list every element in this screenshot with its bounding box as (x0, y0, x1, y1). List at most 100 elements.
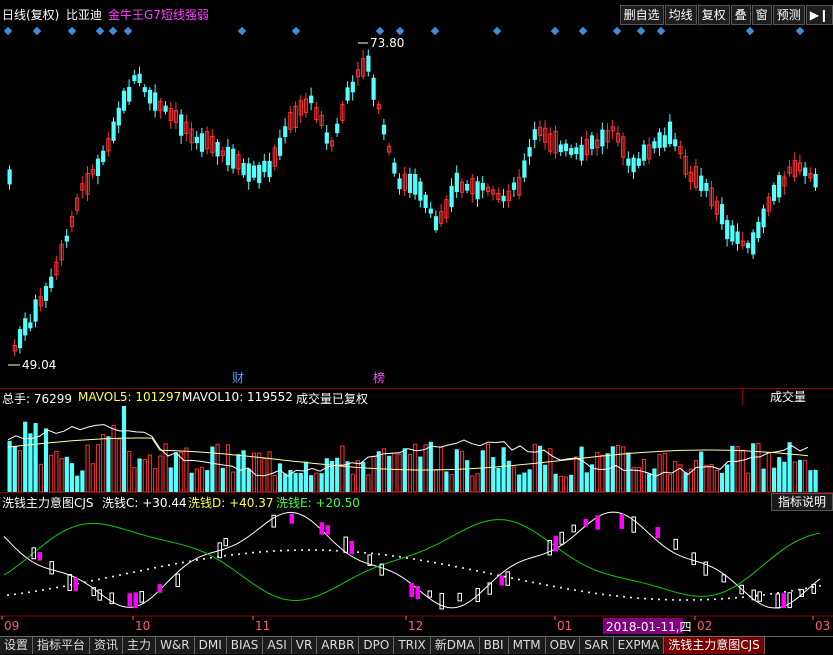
cjs-bar (49, 561, 54, 575)
candle-body (137, 73, 142, 83)
volume-bar (418, 456, 423, 493)
cjs-dot (112, 575, 114, 578)
candle-body (673, 139, 678, 147)
tab-5[interactable]: DMI (194, 637, 227, 654)
x-axis-label: 12 (408, 619, 423, 633)
cjs-dot (469, 568, 471, 571)
cjs-bar (415, 585, 420, 600)
cjs-dot (553, 585, 555, 588)
cjs-dot (385, 554, 387, 557)
volume-bar (589, 464, 595, 493)
volume-bar (127, 450, 132, 493)
cjs-panel-header: 洗钱主力意图CJS 洗钱C: +30.44 洗钱D: +40.37 洗钱E: +… (0, 492, 833, 511)
candle-body (132, 75, 137, 82)
candle-body (730, 225, 735, 242)
tab-7[interactable]: ASI (263, 637, 292, 654)
volume-bar (683, 472, 688, 493)
volume-bar (205, 470, 210, 493)
volume-bar (43, 428, 49, 493)
tab-13[interactable]: BBI (479, 637, 509, 654)
indicator-help-button[interactable]: 指标说明 (771, 493, 833, 511)
volume-mavol5: MAVOL5: 101297 (78, 390, 182, 404)
candle-body (745, 242, 751, 249)
volume-bar (17, 450, 23, 493)
tab-0[interactable]: 设置 (0, 637, 34, 654)
volume-bar (397, 453, 402, 493)
cjs-dot (532, 581, 534, 584)
tab-15[interactable]: OBV (545, 637, 581, 654)
signal-diamond-icon (3, 26, 13, 36)
cjs-dot (546, 584, 548, 587)
indicator-tab-bar: 设置 指标平台 资讯 主力 W&R DMI BIAS ASI VR ARBR DPO TRIX 新DMA… (0, 636, 833, 655)
cjs-dot (805, 587, 807, 590)
cjs-bar (721, 574, 726, 583)
cjs-bar (97, 589, 102, 601)
candle-body (101, 150, 106, 163)
candle-body (246, 163, 251, 182)
volume-bar (277, 463, 283, 493)
candle-body (600, 129, 605, 147)
volume-bar (527, 469, 532, 493)
signal-diamond-icon (375, 26, 385, 36)
volume-bar (121, 405, 127, 493)
tab-1[interactable]: 指标平台 (33, 637, 91, 654)
rank-marker: 榜 (373, 370, 385, 385)
date-highlight-label: 2018-01-11,四 (606, 620, 692, 634)
volume-bar (745, 472, 751, 493)
candle-body (28, 322, 33, 329)
cjs-bar (619, 513, 624, 529)
candle-body (397, 178, 402, 190)
volume-bars (7, 405, 818, 493)
tab-4[interactable]: W&R (156, 637, 195, 654)
candle-body (324, 132, 329, 144)
tab-9[interactable]: ARBR (317, 637, 360, 654)
candle-body (231, 148, 236, 169)
volume-bar (813, 469, 818, 493)
volume-bar (215, 443, 220, 493)
candle-body (179, 114, 184, 136)
volume-bar (470, 475, 475, 493)
tab-10[interactable]: DPO (359, 637, 395, 654)
candle-body (574, 147, 579, 155)
volume-bar (319, 473, 324, 493)
cjs-e-value: 洗钱E: +20.50 (276, 496, 360, 510)
tab-6[interactable]: BIAS (226, 637, 264, 654)
tab-16[interactable]: SAR (580, 637, 614, 654)
cjs-dot (630, 596, 632, 599)
tab-2[interactable]: 资讯 (90, 637, 124, 654)
cjs-dot (329, 549, 331, 552)
volume-bar (137, 458, 142, 493)
candle-body (662, 135, 667, 148)
tab-14[interactable]: MTM (508, 637, 546, 654)
volume-bar (501, 447, 506, 493)
candle-body (418, 181, 423, 201)
volume-bar (366, 474, 371, 493)
cjs-bar (319, 522, 324, 535)
tab-11[interactable]: TRIX (394, 637, 431, 654)
volume-bar (241, 450, 246, 493)
cjs-bar (139, 591, 144, 603)
cjs-dot (252, 551, 254, 554)
cjs-bar (655, 527, 660, 539)
cjs-dot (49, 587, 51, 590)
cjs-dot (763, 593, 765, 596)
tab-3[interactable]: 主力 (123, 637, 157, 654)
cjs-dot (539, 582, 541, 585)
cjs-dot (21, 592, 23, 595)
volume-bar (491, 457, 496, 493)
tab-12[interactable]: 新DMA (430, 637, 480, 654)
volume-bar (80, 470, 85, 493)
tab-17[interactable]: EXPMA (613, 637, 665, 654)
volume-bar (199, 466, 205, 493)
cjs-dot (714, 598, 716, 601)
volume-bar (231, 471, 236, 493)
volume-bar (475, 473, 480, 493)
tab-8[interactable]: VR (291, 637, 318, 654)
volume-select-button[interactable]: 成交量 (742, 389, 833, 405)
candle-body (704, 183, 709, 191)
candle-body (569, 148, 574, 155)
cjs-dot (581, 590, 583, 593)
tab-18[interactable]: 洗钱主力意图CJS (664, 637, 765, 654)
price-chart[interactable]: 73.80 49.04 财 榜 09 10 11 12 01 02 03 2018-01-1… (0, 0, 833, 636)
volume-bar (220, 467, 225, 493)
